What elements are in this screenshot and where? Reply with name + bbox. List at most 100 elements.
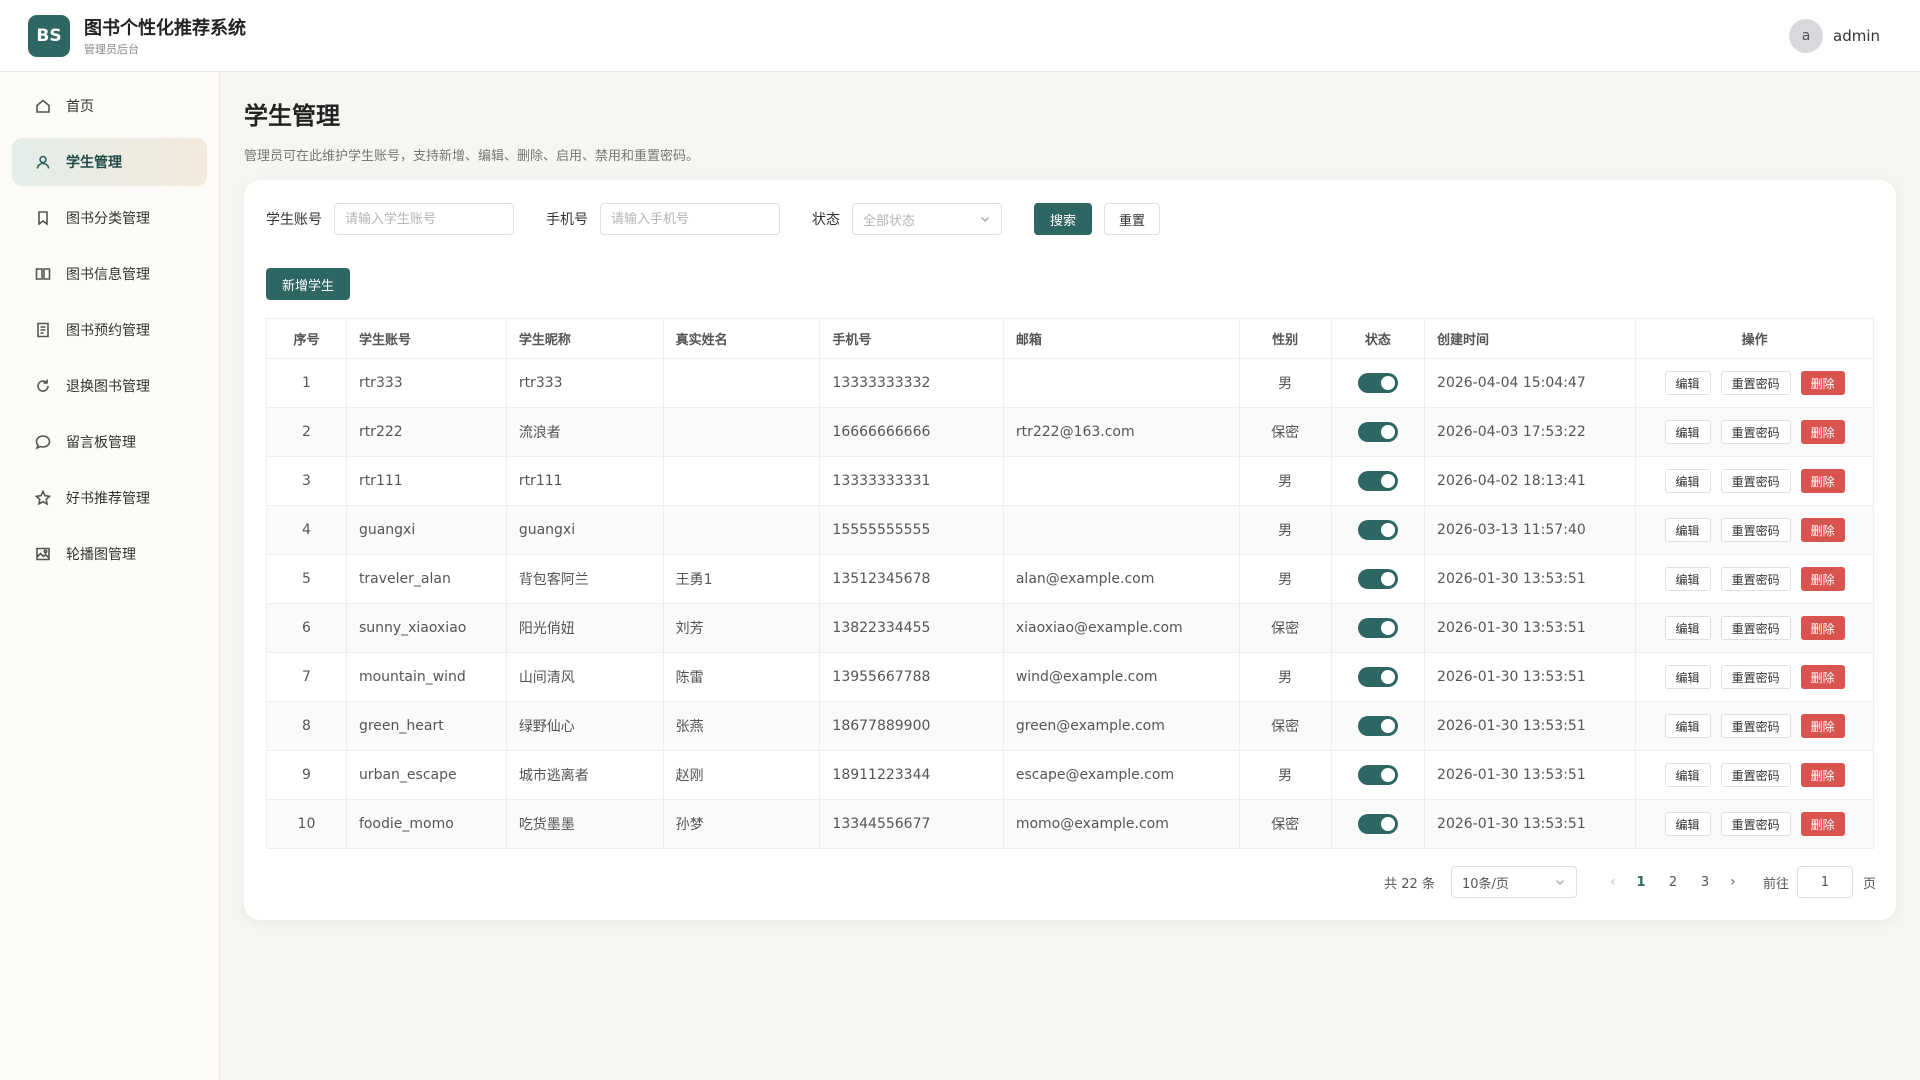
sidebar-item-label: 图书信息管理 bbox=[66, 267, 150, 283]
add-student-button[interactable]: 新增学生 bbox=[266, 268, 351, 300]
user-menu[interactable]: a admin bbox=[1789, 19, 1880, 53]
reset-password-button[interactable]: 重置密码 bbox=[1720, 469, 1791, 493]
page-size-select[interactable]: 10条/页 bbox=[1450, 866, 1577, 898]
delete-button[interactable]: 删除 bbox=[1800, 518, 1845, 542]
page-number-1[interactable]: 1 bbox=[1625, 875, 1657, 890]
sidebar-item-students[interactable]: 学生管理 bbox=[12, 138, 207, 186]
reset-password-button[interactable]: 重置密码 bbox=[1720, 763, 1791, 787]
phone-filter-input[interactable] bbox=[600, 203, 780, 235]
reset-password-button[interactable]: 重置密码 bbox=[1720, 714, 1791, 738]
cell-phone: 13955667788 bbox=[819, 652, 1004, 702]
cell-gender: 男 bbox=[1239, 456, 1332, 506]
cell-no: 9 bbox=[266, 750, 347, 800]
status-toggle[interactable] bbox=[1357, 520, 1398, 540]
edit-button[interactable]: 编辑 bbox=[1664, 616, 1711, 640]
status-filter-select[interactable]: 全部状态 bbox=[852, 203, 1002, 235]
cell-status bbox=[1331, 701, 1426, 751]
cell-phone: 13344556677 bbox=[819, 799, 1004, 849]
edit-button[interactable]: 编辑 bbox=[1664, 371, 1711, 395]
cell-nickname: 吃货墨墨 bbox=[506, 799, 664, 849]
edit-button[interactable]: 编辑 bbox=[1664, 714, 1711, 738]
status-toggle[interactable] bbox=[1357, 569, 1398, 589]
main-content: 学生管理 管理员可在此维护学生账号，支持新增、编辑、删除、启用、禁用和重置密码。… bbox=[244, 96, 1896, 920]
page-number-3[interactable]: 3 bbox=[1689, 875, 1721, 890]
reset-password-button[interactable]: 重置密码 bbox=[1720, 616, 1791, 640]
col-header-phone: 手机号 bbox=[819, 318, 1004, 359]
status-toggle[interactable] bbox=[1357, 667, 1398, 687]
table-row: 8 green_heart 绿野仙心 张燕 18677889900 green@examp… bbox=[266, 701, 1874, 751]
reset-password-button[interactable]: 重置密码 bbox=[1720, 420, 1791, 444]
account-filter-input[interactable] bbox=[334, 203, 514, 235]
goto-page-input[interactable]: 1 bbox=[1796, 866, 1853, 898]
page-number-2[interactable]: 2 bbox=[1657, 875, 1689, 890]
cell-account: rtr333 bbox=[346, 358, 507, 408]
status-toggle[interactable] bbox=[1357, 814, 1398, 834]
edit-button[interactable]: 编辑 bbox=[1664, 812, 1711, 836]
delete-button[interactable]: 删除 bbox=[1800, 665, 1845, 689]
prev-page-icon[interactable]: ‹ bbox=[1601, 874, 1625, 890]
status-toggle[interactable] bbox=[1357, 618, 1398, 638]
sidebar-item-message-board[interactable]: 留言板管理 bbox=[12, 418, 207, 466]
reset-password-button[interactable]: 重置密码 bbox=[1720, 567, 1791, 591]
reset-button[interactable]: 重置 bbox=[1104, 203, 1161, 235]
username[interactable]: admin bbox=[1833, 27, 1880, 45]
sidebar-item-book-returns[interactable]: 退换图书管理 bbox=[12, 362, 207, 410]
delete-button[interactable]: 删除 bbox=[1800, 469, 1845, 493]
delete-button[interactable]: 删除 bbox=[1800, 763, 1845, 787]
sidebar-item-carousel[interactable]: 轮播图管理 bbox=[12, 530, 207, 578]
cell-account: mountain_wind bbox=[346, 652, 507, 702]
delete-button[interactable]: 删除 bbox=[1800, 420, 1845, 444]
reset-password-button[interactable]: 重置密码 bbox=[1720, 665, 1791, 689]
sidebar-item-book-info[interactable]: 图书信息管理 bbox=[12, 250, 207, 298]
next-page-icon[interactable]: › bbox=[1721, 874, 1745, 890]
cell-status bbox=[1331, 456, 1426, 506]
status-toggle[interactable] bbox=[1357, 471, 1398, 491]
col-header-email: 邮箱 bbox=[1003, 318, 1240, 359]
cell-realname: 赵刚 bbox=[663, 750, 821, 800]
delete-button[interactable]: 删除 bbox=[1800, 616, 1845, 640]
edit-button[interactable]: 编辑 bbox=[1664, 567, 1711, 591]
cell-no: 7 bbox=[266, 652, 347, 702]
cell-nickname: 城市逃离者 bbox=[506, 750, 664, 800]
edit-button[interactable]: 编辑 bbox=[1664, 469, 1711, 493]
cell-realname: 张燕 bbox=[663, 701, 821, 751]
edit-button[interactable]: 编辑 bbox=[1664, 665, 1711, 689]
status-toggle[interactable] bbox=[1357, 716, 1398, 736]
sidebar-item-home[interactable]: 首页 bbox=[12, 82, 207, 130]
delete-button[interactable]: 删除 bbox=[1800, 567, 1845, 591]
delete-button[interactable]: 删除 bbox=[1800, 714, 1845, 738]
col-header-created: 创建时间 bbox=[1424, 318, 1637, 359]
search-button[interactable]: 搜索 bbox=[1034, 203, 1093, 235]
sidebar-item-recommendations[interactable]: 好书推荐管理 bbox=[12, 474, 207, 522]
edit-button[interactable]: 编辑 bbox=[1664, 763, 1711, 787]
cell-nickname: 阳光俏妞 bbox=[506, 603, 664, 653]
sidebar-item-label: 退换图书管理 bbox=[66, 379, 150, 395]
sidebar-item-book-categories[interactable]: 图书分类管理 bbox=[12, 194, 207, 242]
avatar[interactable]: a bbox=[1789, 19, 1823, 53]
status-toggle[interactable] bbox=[1357, 373, 1398, 393]
reset-password-button[interactable]: 重置密码 bbox=[1720, 518, 1791, 542]
sidebar-item-book-reservations[interactable]: 图书预约管理 bbox=[12, 306, 207, 354]
cell-nickname: rtr111 bbox=[506, 456, 664, 506]
status-toggle[interactable] bbox=[1357, 765, 1398, 785]
cell-nickname: 流浪者 bbox=[506, 407, 664, 457]
status-toggle[interactable] bbox=[1357, 422, 1398, 442]
cell-nickname: 山间清风 bbox=[506, 652, 664, 702]
reset-password-button[interactable]: 重置密码 bbox=[1720, 371, 1791, 395]
cell-created: 2026-01-30 13:53:51 bbox=[1424, 603, 1637, 653]
star-icon bbox=[34, 489, 52, 507]
sidebar-item-label: 学生管理 bbox=[66, 155, 122, 171]
delete-button[interactable]: 删除 bbox=[1800, 371, 1845, 395]
cell-email: xiaoxiao@example.com bbox=[1003, 603, 1240, 653]
cell-actions: 编辑 重置密码 删除 bbox=[1635, 701, 1874, 751]
cell-email bbox=[1003, 456, 1240, 506]
delete-button[interactable]: 删除 bbox=[1800, 812, 1845, 836]
student-table: 序号 学生账号 学生昵称 真实姓名 手机号 邮箱 性别 状态 创建时间 操作 1… bbox=[266, 318, 1874, 849]
table-header-row: 序号 学生账号 学生昵称 真实姓名 手机号 邮箱 性别 状态 创建时间 操作 bbox=[266, 318, 1874, 359]
table-row: 9 urban_escape 城市逃离者 赵刚 18911223344 escape@ex… bbox=[266, 750, 1874, 800]
edit-button[interactable]: 编辑 bbox=[1664, 518, 1711, 542]
cell-phone: 13333333332 bbox=[819, 358, 1004, 408]
reset-password-button[interactable]: 重置密码 bbox=[1720, 812, 1791, 836]
sidebar-item-label: 留言板管理 bbox=[66, 435, 136, 451]
edit-button[interactable]: 编辑 bbox=[1664, 420, 1711, 444]
